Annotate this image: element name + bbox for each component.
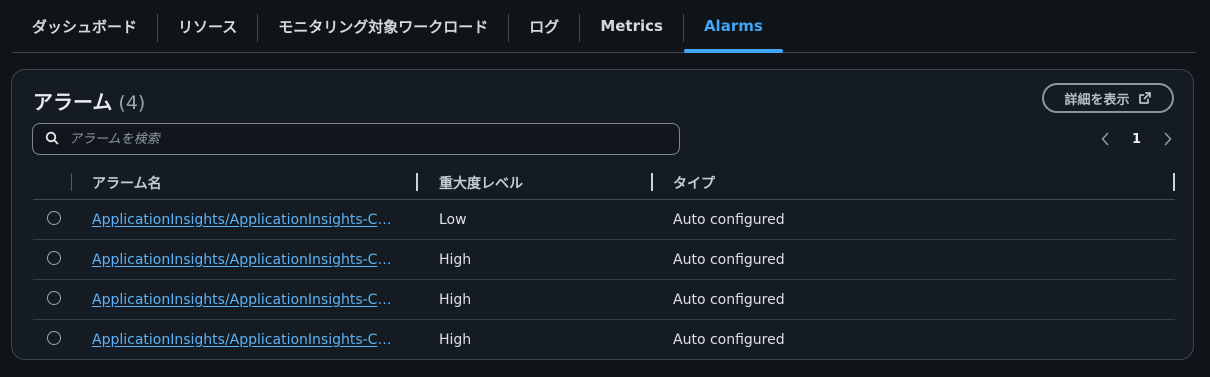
pagination: 1 — [1098, 128, 1175, 150]
table-row: ApplicationInsights/ApplicationInsights-… — [33, 200, 1175, 240]
severity-cell: High — [439, 251, 472, 268]
external-link-icon — [1138, 91, 1152, 105]
alarm-name-cell: ApplicationInsights/ApplicationInsights-… — [92, 320, 397, 359]
alarm-name-cell: ApplicationInsights/ApplicationInsights-… — [92, 200, 397, 239]
alarm-name-cell: ApplicationInsights/ApplicationInsights-… — [92, 280, 397, 319]
alarm-name-link[interactable]: ApplicationInsights/ApplicationInsights-… — [92, 332, 397, 348]
alarms-panel: アラーム (4) 詳細を表示 アラームを検索 1 アラーム名 重大度レベル タイ… — [11, 69, 1194, 360]
chevron-right-icon[interactable] — [1161, 128, 1175, 150]
search-icon — [45, 130, 59, 149]
column-header-severity[interactable]: 重大度レベル — [439, 167, 523, 199]
column-header-type[interactable]: タイプ — [673, 167, 715, 199]
table-row: ApplicationInsights/ApplicationInsights-… — [33, 280, 1175, 320]
row-select-radio[interactable] — [47, 211, 61, 225]
alarms-table: アラーム名 重大度レベル タイプ ApplicationInsights/App… — [33, 167, 1175, 359]
tab-alarms[interactable]: Alarms — [683, 0, 783, 53]
severity-cell: High — [439, 331, 472, 348]
row-select-radio[interactable] — [47, 291, 61, 305]
column-divider — [71, 173, 72, 191]
tab-logs[interactable]: ログ — [509, 0, 579, 52]
severity-cell: High — [439, 291, 472, 308]
row-select-radio[interactable] — [47, 251, 61, 265]
alarm-name-cell: ApplicationInsights/ApplicationInsights-… — [92, 240, 397, 279]
tab-metrics[interactable]: Metrics — [580, 0, 683, 52]
column-header-name[interactable]: アラーム名 — [92, 167, 162, 199]
column-resizer[interactable] — [416, 173, 418, 191]
row-select-radio[interactable] — [47, 331, 61, 345]
panel-header: アラーム (4) — [33, 86, 145, 115]
tab-resources[interactable]: リソース — [158, 0, 257, 52]
current-page[interactable]: 1 — [1128, 132, 1145, 147]
table-row: ApplicationInsights/ApplicationInsights-… — [33, 320, 1175, 359]
chevron-left-icon[interactable] — [1098, 128, 1112, 150]
panel-title: アラーム — [33, 90, 113, 114]
column-resizer[interactable] — [651, 173, 653, 191]
view-details-label: 詳細を表示 — [1064, 92, 1130, 108]
column-resizer[interactable] — [1173, 173, 1175, 191]
tab-bar: ダッシュボード リソース モニタリング対象ワークロード ログ Metrics A… — [12, 0, 1196, 53]
search-input[interactable] — [69, 131, 629, 147]
alarm-name-link[interactable]: ApplicationInsights/ApplicationInsights-… — [92, 292, 397, 308]
table-header: アラーム名 重大度レベル タイプ — [33, 167, 1175, 200]
alarm-count: (4) — [118, 92, 146, 114]
type-cell: Auto configured — [673, 291, 785, 308]
alarm-search — [32, 123, 680, 155]
severity-cell: Low — [439, 211, 467, 228]
type-cell: Auto configured — [673, 211, 785, 228]
type-cell: Auto configured — [673, 251, 785, 268]
tab-monitored-workloads[interactable]: モニタリング対象ワークロード — [258, 0, 508, 52]
table-row: ApplicationInsights/ApplicationInsights-… — [33, 240, 1175, 280]
type-cell: Auto configured — [673, 331, 785, 348]
alarm-name-link[interactable]: ApplicationInsights/ApplicationInsights-… — [92, 212, 397, 228]
app-root: ダッシュボード リソース モニタリング対象ワークロード ログ Metrics A… — [0, 0, 1210, 377]
alarm-name-link[interactable]: ApplicationInsights/ApplicationInsights-… — [92, 252, 397, 268]
tab-dashboard[interactable]: ダッシュボード — [12, 0, 157, 52]
view-details-button[interactable]: 詳細を表示 — [1042, 83, 1174, 113]
